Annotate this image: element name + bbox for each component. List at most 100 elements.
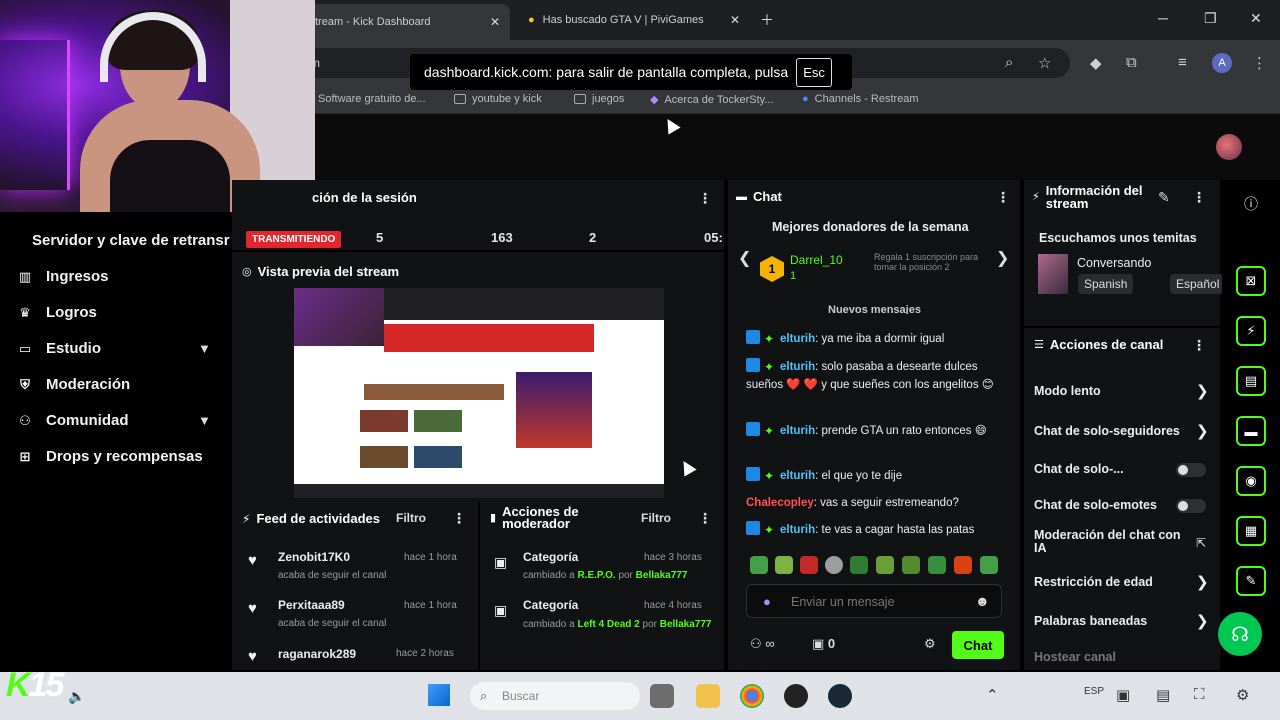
kebab-menu-icon[interactable]: ⋮ <box>1192 337 1206 354</box>
chat-icon[interactable]: ▬ <box>1236 416 1266 446</box>
server-key-item[interactable]: Servidor y clave de retransr <box>32 232 230 249</box>
chat-username[interactable]: Chalecopley <box>746 497 814 509</box>
chat-username[interactable]: elturih <box>780 425 815 437</box>
emotes-only-toggle[interactable] <box>1176 499 1206 513</box>
tag-chip[interactable]: Español <box>1170 274 1226 294</box>
user-avatar[interactable] <box>1216 134 1242 160</box>
sidebar-item-estudio[interactable]: ▭ Estudio ▼ <box>18 340 228 357</box>
bookmark-restream[interactable]: ● Channels - Restream <box>802 93 919 105</box>
chat-username[interactable]: elturih <box>780 333 815 345</box>
chat-username[interactable]: elturih <box>780 524 815 536</box>
feed-item-name[interactable]: Perxitaaa89 <box>278 598 345 612</box>
emote-icon[interactable] <box>800 556 818 574</box>
support-headset-icon[interactable]: ☊ <box>1218 612 1262 656</box>
minimize-icon[interactable]: ─ <box>1158 10 1168 26</box>
chat-message-input[interactable]: ● Enviar un mensaje ☻ <box>746 584 1002 618</box>
donor-name[interactable]: Darrel_10 <box>790 253 843 267</box>
emote-icon[interactable] <box>902 556 920 574</box>
chrome-icon[interactable] <box>740 684 764 708</box>
layout-icon[interactable]: ▦ <box>1236 516 1266 546</box>
sidebar-item-ingresos[interactable]: ▥ Ingresos <box>18 268 109 285</box>
feed-item-name[interactable]: Zenobit17K0 <box>278 550 350 564</box>
kebab-menu-icon[interactable]: ⋮ <box>452 510 466 527</box>
emoji-icon[interactable]: ☻ <box>975 593 990 609</box>
new-messages-divider[interactable]: Nuevos mensajes <box>828 304 921 314</box>
chevron-right-icon[interactable]: ❯ <box>996 248 1009 268</box>
close-tab-icon[interactable]: ✕ <box>490 15 500 29</box>
action-age-restriction[interactable]: Restricción de edad <box>1034 575 1153 589</box>
broadcast-icon[interactable]: ◉ <box>1236 466 1266 496</box>
feed-filter-button[interactable]: Filtro <box>396 511 426 525</box>
bookmark-software[interactable]: Software gratuito de... <box>318 93 426 105</box>
emote-icon[interactable] <box>954 556 972 574</box>
edit-pencil-icon[interactable]: ✎ <box>1158 189 1170 206</box>
close-tab-icon[interactable]: ✕ <box>730 13 740 27</box>
action-ai-moderation[interactable]: Moderación del chat con IA <box>1034 529 1194 555</box>
emote-icon[interactable] <box>850 556 868 574</box>
tab-kick-dashboard[interactable]: tream - Kick Dashboard ✕ <box>305 4 510 40</box>
tab-pivigames[interactable]: ● Has buscado GTA V | PiviGames ✕ <box>518 6 750 34</box>
emote-icon[interactable] <box>928 556 946 574</box>
tray-chevron-icon[interactable]: ⌃ <box>986 686 999 704</box>
kebab-menu-icon[interactable]: ⋮ <box>698 190 712 207</box>
emote-icon[interactable] <box>750 556 768 574</box>
obs-icon[interactable] <box>784 684 808 708</box>
taskbar-app-widget[interactable] <box>650 684 674 708</box>
action-banned-words[interactable]: Palabras baneadas <box>1034 614 1147 628</box>
steam-icon[interactable] <box>828 684 852 708</box>
fullscreen-icon[interactable]: ⛶ <box>1194 686 1205 703</box>
media-icon[interactable]: ≡ <box>1178 54 1187 71</box>
sidebar-item-logros[interactable]: ♛ Logros <box>18 304 97 321</box>
emote-icon[interactable] <box>980 556 998 574</box>
browser-profile-avatar[interactable]: A <box>1212 53 1232 73</box>
stream-category[interactable]: Conversando <box>1077 256 1151 270</box>
overlay-window-icon[interactable]: ▣ <box>1116 686 1130 704</box>
bookmark-star-icon[interactable]: ☆ <box>1038 54 1051 72</box>
maximize-icon[interactable]: ❐ <box>1204 10 1217 27</box>
overlay-folder-icon[interactable]: ▤ <box>1156 686 1170 704</box>
new-tab-icon[interactable]: ＋ <box>760 10 774 30</box>
close-window-icon[interactable]: ✕ <box>1250 10 1262 27</box>
sidebar-item-moderacion[interactable]: ⛨ Moderación <box>18 376 130 393</box>
emote-icon[interactable] <box>825 556 843 574</box>
kebab-menu-icon[interactable]: ⋮ <box>1192 189 1206 206</box>
settings-gear-icon[interactable]: ⚙ <box>1236 686 1249 704</box>
speaker-icon[interactable]: 🔈 <box>68 688 85 705</box>
extensions-icon[interactable]: ⧉ <box>1126 54 1137 71</box>
bookmark-tockerstyle[interactable]: ◆ Acerca de TockerSty... <box>650 93 774 107</box>
kebab-menu-icon[interactable]: ⋮ <box>698 510 712 527</box>
document-icon[interactable]: ▤ <box>1236 366 1266 396</box>
chat-send-button[interactable]: Chat <box>952 631 1004 659</box>
sidebar-item-comunidad[interactable]: ⚇ Comunidad ▼ <box>18 412 228 429</box>
stream-preview-video[interactable] <box>294 288 664 498</box>
emote-icon[interactable] <box>876 556 894 574</box>
menu-dots-icon[interactable]: ⋮ <box>1252 54 1267 72</box>
sidebar-item-drops[interactable]: ⊞ Drops y recompensas <box>18 448 203 465</box>
chat-username[interactable]: elturih <box>780 470 815 482</box>
action-host-channel[interactable]: Hostear canal <box>1034 650 1116 664</box>
zoom-icon[interactable]: ⌕ <box>1005 54 1013 71</box>
bolt-icon[interactable]: ⚡ <box>1236 316 1266 346</box>
microphone-icon[interactable]: ● <box>763 594 771 609</box>
emote-icon[interactable] <box>775 556 793 574</box>
settings-gear-icon[interactable]: ⚙ <box>924 636 936 652</box>
action-slow-mode[interactable]: Modo lento <box>1034 384 1101 398</box>
folder-icon[interactable] <box>696 684 720 708</box>
wrench-icon[interactable]: ✎ <box>1236 566 1266 596</box>
extension-dot-icon[interactable]: ◆ <box>1090 54 1102 72</box>
info-icon[interactable]: ⓘ <box>1244 194 1258 214</box>
windows-start-icon[interactable] <box>428 684 450 706</box>
bookmark-juegos[interactable]: juegos <box>574 93 624 105</box>
subs-only-toggle[interactable] <box>1176 463 1206 477</box>
modactions-filter-button[interactable]: Filtro <box>641 511 671 525</box>
taskbar-search-input[interactable]: ⌕ Buscar <box>470 682 640 710</box>
chevron-left-icon[interactable]: ❮ <box>738 248 751 268</box>
kebab-menu-icon[interactable]: ⋮ <box>996 189 1010 206</box>
bookmark-youtube-kick[interactable]: youtube y kick <box>454 93 542 105</box>
scene-icon[interactable]: ⊠ <box>1236 266 1266 296</box>
feed-item-name[interactable]: raganarok289 <box>278 647 356 661</box>
action-followers-only[interactable]: Chat de solo-seguidores <box>1034 424 1180 438</box>
language-indicator[interactable]: ESP <box>1084 686 1104 697</box>
tag-chip[interactable]: Spanish <box>1078 274 1134 294</box>
chat-username[interactable]: elturih <box>780 361 815 373</box>
